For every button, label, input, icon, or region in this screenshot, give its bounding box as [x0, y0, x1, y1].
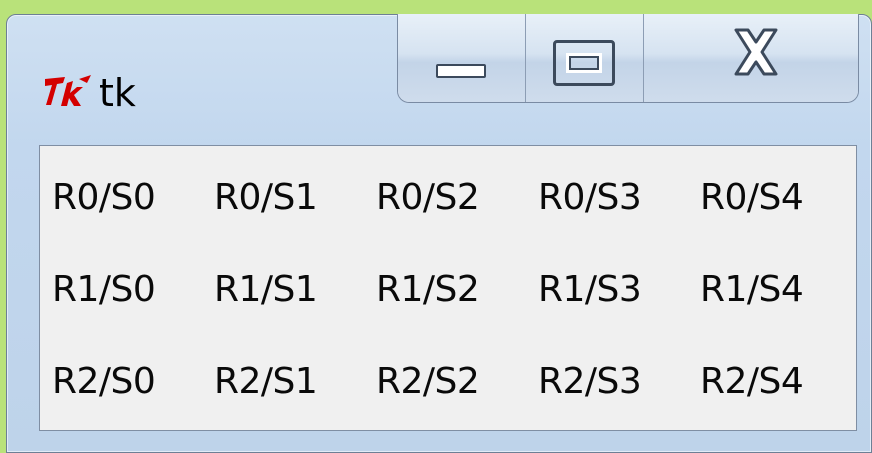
- grid-cell-r2-s3: R2/S3: [538, 361, 642, 402]
- grid-cell-r1-s2: R1/S2: [376, 269, 480, 310]
- grid-cell-r0-s4: R0/S4: [700, 177, 804, 218]
- client-area: R0/S0 R0/S1 R0/S2 R0/S3 R0/S4 R1/S0 R1/S…: [39, 145, 857, 431]
- tk-window: tk R0/S0 R0/S1 R0/S2 R0/S3 R0/S4 R1/S0 R…: [6, 14, 872, 453]
- grid-cell-r2-s0: R2/S0: [52, 361, 156, 402]
- window-title: tk: [99, 71, 136, 115]
- grid-cell-r0-s3: R0/S3: [538, 177, 642, 218]
- grid-cell-r1-s1: R1/S1: [214, 269, 318, 310]
- grid-cell-r0-s2: R0/S2: [376, 177, 480, 218]
- grid-cell-r2-s2: R2/S2: [376, 361, 480, 402]
- maximize-icon: [553, 40, 615, 86]
- grid-cell-r2-s1: R2/S1: [214, 361, 318, 402]
- close-icon: [734, 28, 778, 76]
- grid-cell-r2-s4: R2/S4: [700, 361, 804, 402]
- tk-feather-icon: [45, 75, 91, 106]
- window-controls: [397, 14, 859, 103]
- minimize-icon: [436, 64, 486, 78]
- grid-cell-r1-s3: R1/S3: [538, 269, 642, 310]
- grid-cell-r0-s1: R0/S1: [214, 177, 318, 218]
- grid-cell-r0-s0: R0/S0: [52, 177, 156, 218]
- desktop-background: tk R0/S0 R0/S1 R0/S2 R0/S3 R0/S4 R1/S0 R…: [0, 0, 872, 453]
- title-bar[interactable]: tk: [7, 14, 871, 133]
- close-button[interactable]: [644, 14, 858, 102]
- minimize-button[interactable]: [398, 14, 526, 102]
- grid-cell-r1-s4: R1/S4: [700, 269, 804, 310]
- maximize-button[interactable]: [526, 14, 644, 102]
- label-grid: R0/S0 R0/S1 R0/S2 R0/S3 R0/S4 R1/S0 R1/S…: [52, 152, 862, 428]
- grid-cell-r1-s0: R1/S0: [52, 269, 156, 310]
